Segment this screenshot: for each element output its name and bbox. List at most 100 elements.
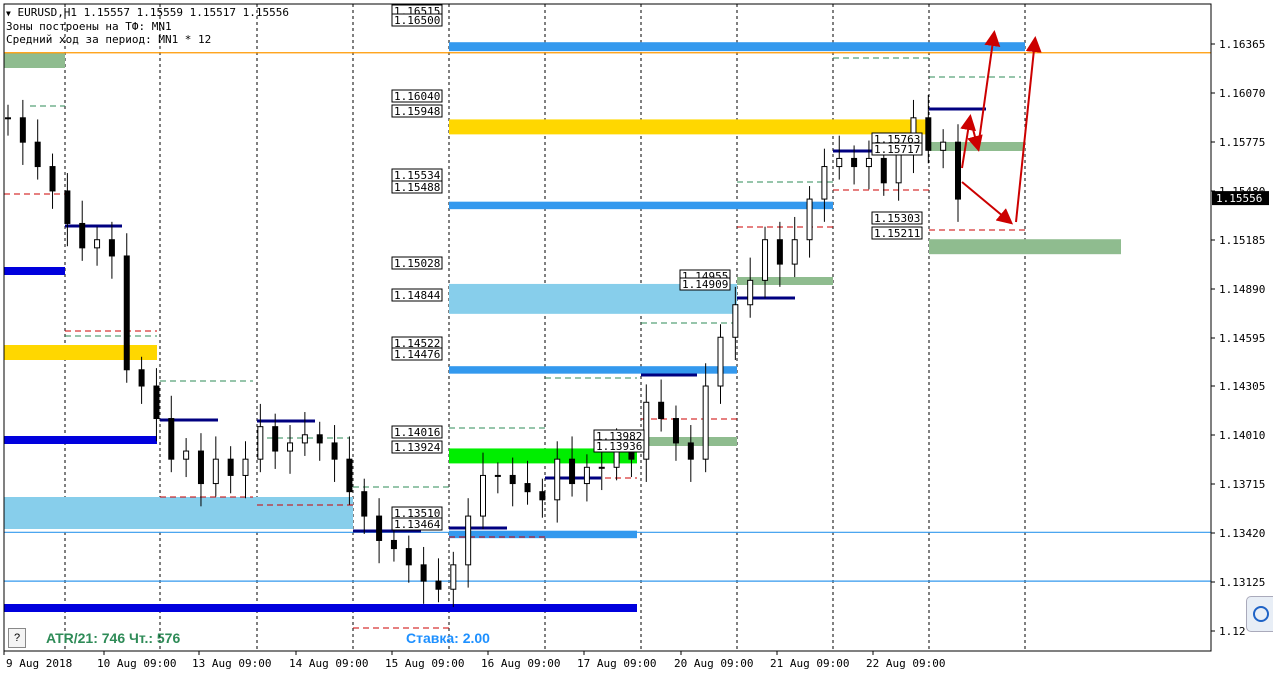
candle-body — [138, 369, 145, 387]
candle — [865, 140, 872, 190]
x-tick-label: 15 Aug 09:00 — [385, 657, 464, 670]
y-tick-label: 1.15775 — [1219, 136, 1265, 149]
price-label: 1.14476 — [391, 347, 443, 361]
zone-band[interactable] — [4, 604, 637, 612]
y-tick-label: 1.14305 — [1219, 380, 1265, 393]
candle-body — [227, 458, 234, 476]
candle — [643, 384, 650, 482]
candle — [762, 226, 769, 299]
price-label: 1.15488 — [391, 180, 443, 194]
candle — [79, 200, 86, 261]
candle — [791, 216, 798, 278]
price-label-text: 1.15211 — [874, 227, 920, 240]
candle-body — [554, 458, 561, 501]
candle-body — [643, 401, 650, 460]
y-tick-label: 1.16070 — [1219, 87, 1265, 100]
price-label: 1.15303 — [871, 211, 923, 225]
forecast-arrow — [1015, 36, 1042, 223]
candle-body — [64, 190, 71, 224]
x-tick-label: 9 Aug 2018 — [6, 657, 72, 670]
candle-body — [257, 426, 264, 460]
candle — [346, 436, 353, 505]
price-label-text: 1.13936 — [596, 440, 642, 453]
candle — [376, 498, 383, 564]
candle — [450, 551, 457, 608]
candle-body — [435, 580, 442, 590]
candle — [212, 436, 219, 497]
candle — [108, 221, 115, 279]
candle — [227, 446, 234, 494]
current-price-text: 1.15556 — [1216, 192, 1262, 205]
zone-blue[interactable] — [449, 201, 833, 210]
candle — [242, 441, 249, 499]
candle-body — [346, 458, 353, 493]
candle — [5, 104, 11, 136]
candle — [183, 438, 190, 478]
candle-body — [955, 141, 961, 200]
avg-range-info: Средний ход за период: MN1 * 12 — [6, 33, 212, 46]
y-tick-label: 1.13125 — [1219, 576, 1265, 589]
candle-body — [272, 426, 279, 452]
candle-body — [316, 434, 323, 444]
price-label: 1.14016 — [391, 425, 443, 439]
zone-blue[interactable] — [449, 42, 1025, 52]
candle-body — [569, 458, 576, 485]
chat-icon — [1253, 606, 1269, 622]
candle-body — [108, 239, 115, 257]
rate-readout: Ставка: 2.00 — [406, 630, 490, 646]
price-label-text: 1.14016 — [394, 426, 440, 439]
zone-band[interactable] — [4, 345, 157, 360]
price-label: 1.13936 — [593, 439, 645, 453]
candle-body — [287, 442, 294, 452]
candle — [955, 124, 961, 222]
candle-body — [465, 515, 472, 566]
candle-body — [301, 434, 308, 444]
x-tick-label: 14 Aug 09:00 — [289, 657, 368, 670]
chat-widget-button[interactable] — [1246, 596, 1273, 632]
candle-body — [776, 239, 783, 265]
candle-body — [49, 166, 56, 192]
candle — [34, 119, 41, 180]
candle — [435, 558, 442, 603]
candle — [539, 478, 546, 518]
chart-window: 1.16515 1.16500 1.16040 1.15948 1.15534 1.154… — [0, 0, 1273, 676]
candle — [168, 395, 175, 473]
chevron-down-icon[interactable]: ▼ — [6, 9, 11, 18]
zone-yellow[interactable] — [449, 119, 929, 135]
candle — [316, 421, 323, 461]
help-button[interactable]: ? — [8, 628, 26, 648]
candle-body — [509, 474, 516, 485]
candle — [287, 425, 294, 474]
x-tick-label: 16 Aug 09:00 — [481, 657, 560, 670]
candle-body — [925, 117, 932, 151]
zone-blue[interactable] — [449, 366, 737, 374]
candle-body — [762, 239, 769, 281]
price-chart[interactable]: 1.165151.165001.160401.159481.155341.154… — [0, 0, 1273, 676]
candle — [420, 546, 427, 604]
x-tick-label: 21 Aug 09:00 — [770, 657, 849, 670]
price-label: 1.13464 — [391, 517, 443, 531]
zone-band[interactable] — [4, 267, 65, 275]
candle-body — [880, 157, 887, 184]
candle-body — [940, 141, 947, 151]
candle-body — [212, 458, 219, 485]
current-price-tag[interactable]: 1.15556 — [1212, 191, 1269, 206]
zone-band[interactable] — [4, 436, 157, 444]
zone-band[interactable] — [4, 53, 65, 68]
candle — [138, 356, 145, 404]
y-tick-label: 1.13420 — [1219, 527, 1265, 540]
candle — [940, 129, 947, 169]
candle — [702, 363, 709, 473]
candle — [64, 173, 71, 247]
candle-body — [183, 450, 190, 460]
candle-body — [450, 564, 457, 590]
zone-green[interactable] — [929, 239, 1121, 255]
zone-band[interactable] — [4, 497, 353, 529]
candle — [197, 433, 204, 507]
atr-readout: ATR/21: 746 Чт.: 576 — [46, 630, 181, 646]
y-tick-label: 1.13715 — [1219, 478, 1265, 491]
candle-body — [717, 336, 724, 387]
candle — [94, 226, 101, 266]
price-label: 1.15948 — [391, 104, 443, 118]
symbol-text: EURUSD,H1 1.15557 1.15559 1.15517 1.1555… — [17, 6, 289, 19]
